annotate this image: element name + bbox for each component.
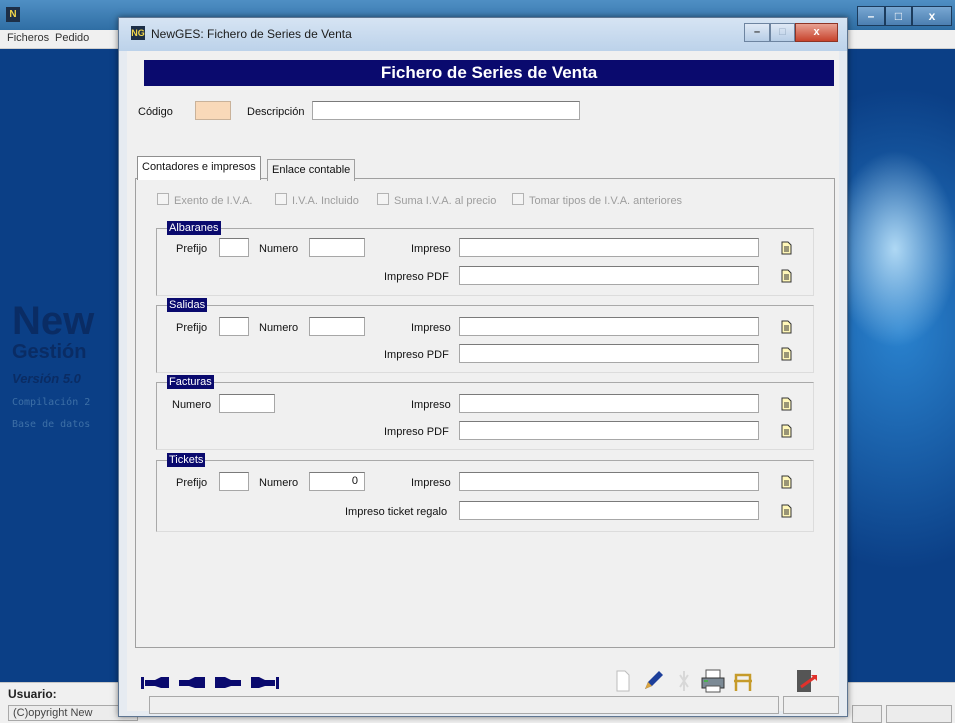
delete-icon[interactable] <box>673 667 695 695</box>
bg-close-button[interactable]: x <box>912 6 952 26</box>
splash-database: Base de datos <box>12 419 91 430</box>
minimize-button[interactable]: – <box>744 23 770 42</box>
impreso-label: Impreso <box>411 399 451 411</box>
form-header: Fichero de Series de Venta <box>144 60 834 86</box>
checkbox-label: I.V.A. Incluido <box>292 195 359 207</box>
bg-maximize-button[interactable]: □ <box>885 6 912 26</box>
dialog-title: NewGES: Fichero de Series de Venta <box>151 27 352 41</box>
albaranes-numero-input[interactable] <box>309 238 365 257</box>
status-cell <box>886 705 952 723</box>
facturas-numero-input[interactable] <box>219 394 275 413</box>
next-record-icon[interactable] <box>213 674 243 692</box>
tickets-numero-input[interactable]: 0 <box>309 472 365 491</box>
checkbox-box[interactable] <box>512 193 524 205</box>
previous-record-icon[interactable] <box>177 674 207 692</box>
first-record-icon[interactable] <box>141 674 171 692</box>
document-icon[interactable] <box>777 239 795 257</box>
group-title: Facturas <box>167 375 214 389</box>
prefijo-label: Prefijo <box>176 243 208 255</box>
salidas-numero-input[interactable] <box>309 317 365 336</box>
tickets-impreso-regalo-input[interactable] <box>459 501 759 520</box>
splash-compilation: Compilación 2 <box>12 397 91 408</box>
tab-contadores[interactable]: Contadores e impresos <box>137 156 261 180</box>
splash-subtitle: Gestión <box>12 341 87 363</box>
tickets-impreso-input[interactable] <box>459 472 759 491</box>
document-icon[interactable] <box>777 502 795 520</box>
prefijo-label: Prefijo <box>176 322 208 334</box>
descripcion-input[interactable] <box>312 101 580 120</box>
app-logo-icon: N <box>6 7 20 22</box>
checkbox-suma-iva[interactable]: Suma I.V.A. al precio <box>377 193 496 207</box>
checkbox-label: Suma I.V.A. al precio <box>394 195 497 207</box>
user-label: Usuario: <box>8 687 57 701</box>
close-button[interactable]: x <box>795 23 838 42</box>
last-record-icon[interactable] <box>249 674 279 692</box>
menu-pedidos[interactable]: Pedido <box>55 32 89 44</box>
menu-ficheros[interactable]: Ficheros <box>7 32 49 44</box>
salidas-prefijo-input[interactable] <box>219 317 249 336</box>
numero-label: Numero <box>172 399 212 411</box>
exit-icon[interactable] <box>793 667 823 697</box>
app-icon: NG <box>131 26 145 40</box>
checkbox-iva-incluido[interactable]: I.V.A. Incluido <box>275 193 359 207</box>
edit-pen-icon[interactable] <box>639 667 667 695</box>
checkbox-box[interactable] <box>377 193 389 205</box>
document-icon[interactable] <box>777 473 795 491</box>
impreso-pdf-label: Impreso PDF <box>384 349 449 361</box>
facturas-impreso-input[interactable] <box>459 394 759 413</box>
checkbox-label: Tomar tipos de I.V.A. anteriores <box>529 195 683 207</box>
albaranes-impreso-pdf-input[interactable] <box>459 266 759 285</box>
chair-icon[interactable] <box>731 669 755 693</box>
document-icon[interactable] <box>777 267 795 285</box>
dialog-status-bar <box>149 696 779 714</box>
print-icon[interactable] <box>699 667 727 695</box>
impreso-label: Impreso <box>411 322 451 334</box>
tickets-prefijo-input[interactable] <box>219 472 249 491</box>
document-icon[interactable] <box>777 318 795 336</box>
new-document-icon[interactable] <box>613 669 633 693</box>
prefijo-label: Prefijo <box>176 477 208 489</box>
tab-enlace-contable[interactable]: Enlace contable <box>267 159 356 181</box>
salidas-impreso-input[interactable] <box>459 317 759 336</box>
checkbox-tomar-tipos-iva[interactable]: Tomar tipos de I.V.A. anteriores <box>512 193 682 207</box>
checkbox-label: Exento de I.V.A. <box>174 195 253 207</box>
group-title: Tickets <box>167 453 206 467</box>
dialog-client-area: Fichero de Series de Venta Código Descri… <box>127 51 839 711</box>
series-dialog: NG NewGES: Fichero de Series de Venta – … <box>118 17 848 717</box>
albaranes-impreso-input[interactable] <box>459 238 759 257</box>
codigo-input[interactable] <box>195 101 231 120</box>
impreso-label: Impreso <box>411 243 451 255</box>
status-cell <box>852 705 882 723</box>
maximize-button[interactable]: □ <box>770 23 795 42</box>
numero-label: Numero <box>259 322 299 334</box>
checkbox-exento-iva[interactable]: Exento de I.V.A. <box>157 193 252 207</box>
numero-label: Numero <box>259 243 299 255</box>
splash-version: Versión 5.0 <box>12 371 81 386</box>
splash-title: New <box>12 299 95 343</box>
albaranes-prefijo-input[interactable] <box>219 238 249 257</box>
dialog-status-cell <box>783 696 839 714</box>
document-icon[interactable] <box>777 345 795 363</box>
numero-label: Numero <box>259 477 299 489</box>
group-title: Salidas <box>167 298 208 312</box>
group-title: Albaranes <box>167 221 221 235</box>
checkbox-box[interactable] <box>157 193 169 205</box>
document-icon[interactable] <box>777 422 795 440</box>
impreso-pdf-label: Impreso PDF <box>384 426 449 438</box>
dialog-title-bar[interactable]: NG NewGES: Fichero de Series de Venta – … <box>119 18 847 51</box>
checkbox-box[interactable] <box>275 193 287 205</box>
bg-minimize-button[interactable]: – <box>857 6 885 26</box>
impreso-label: Impreso <box>411 477 451 489</box>
codigo-label: Código <box>138 106 173 118</box>
impreso-ticket-regalo-label: Impreso ticket regalo <box>345 506 448 518</box>
group-tickets: Tickets <box>156 453 814 532</box>
document-icon[interactable] <box>777 395 795 413</box>
impreso-pdf-label: Impreso PDF <box>384 271 449 283</box>
descripcion-label: Descripción <box>247 106 305 118</box>
facturas-impreso-pdf-input[interactable] <box>459 421 759 440</box>
salidas-impreso-pdf-input[interactable] <box>459 344 759 363</box>
